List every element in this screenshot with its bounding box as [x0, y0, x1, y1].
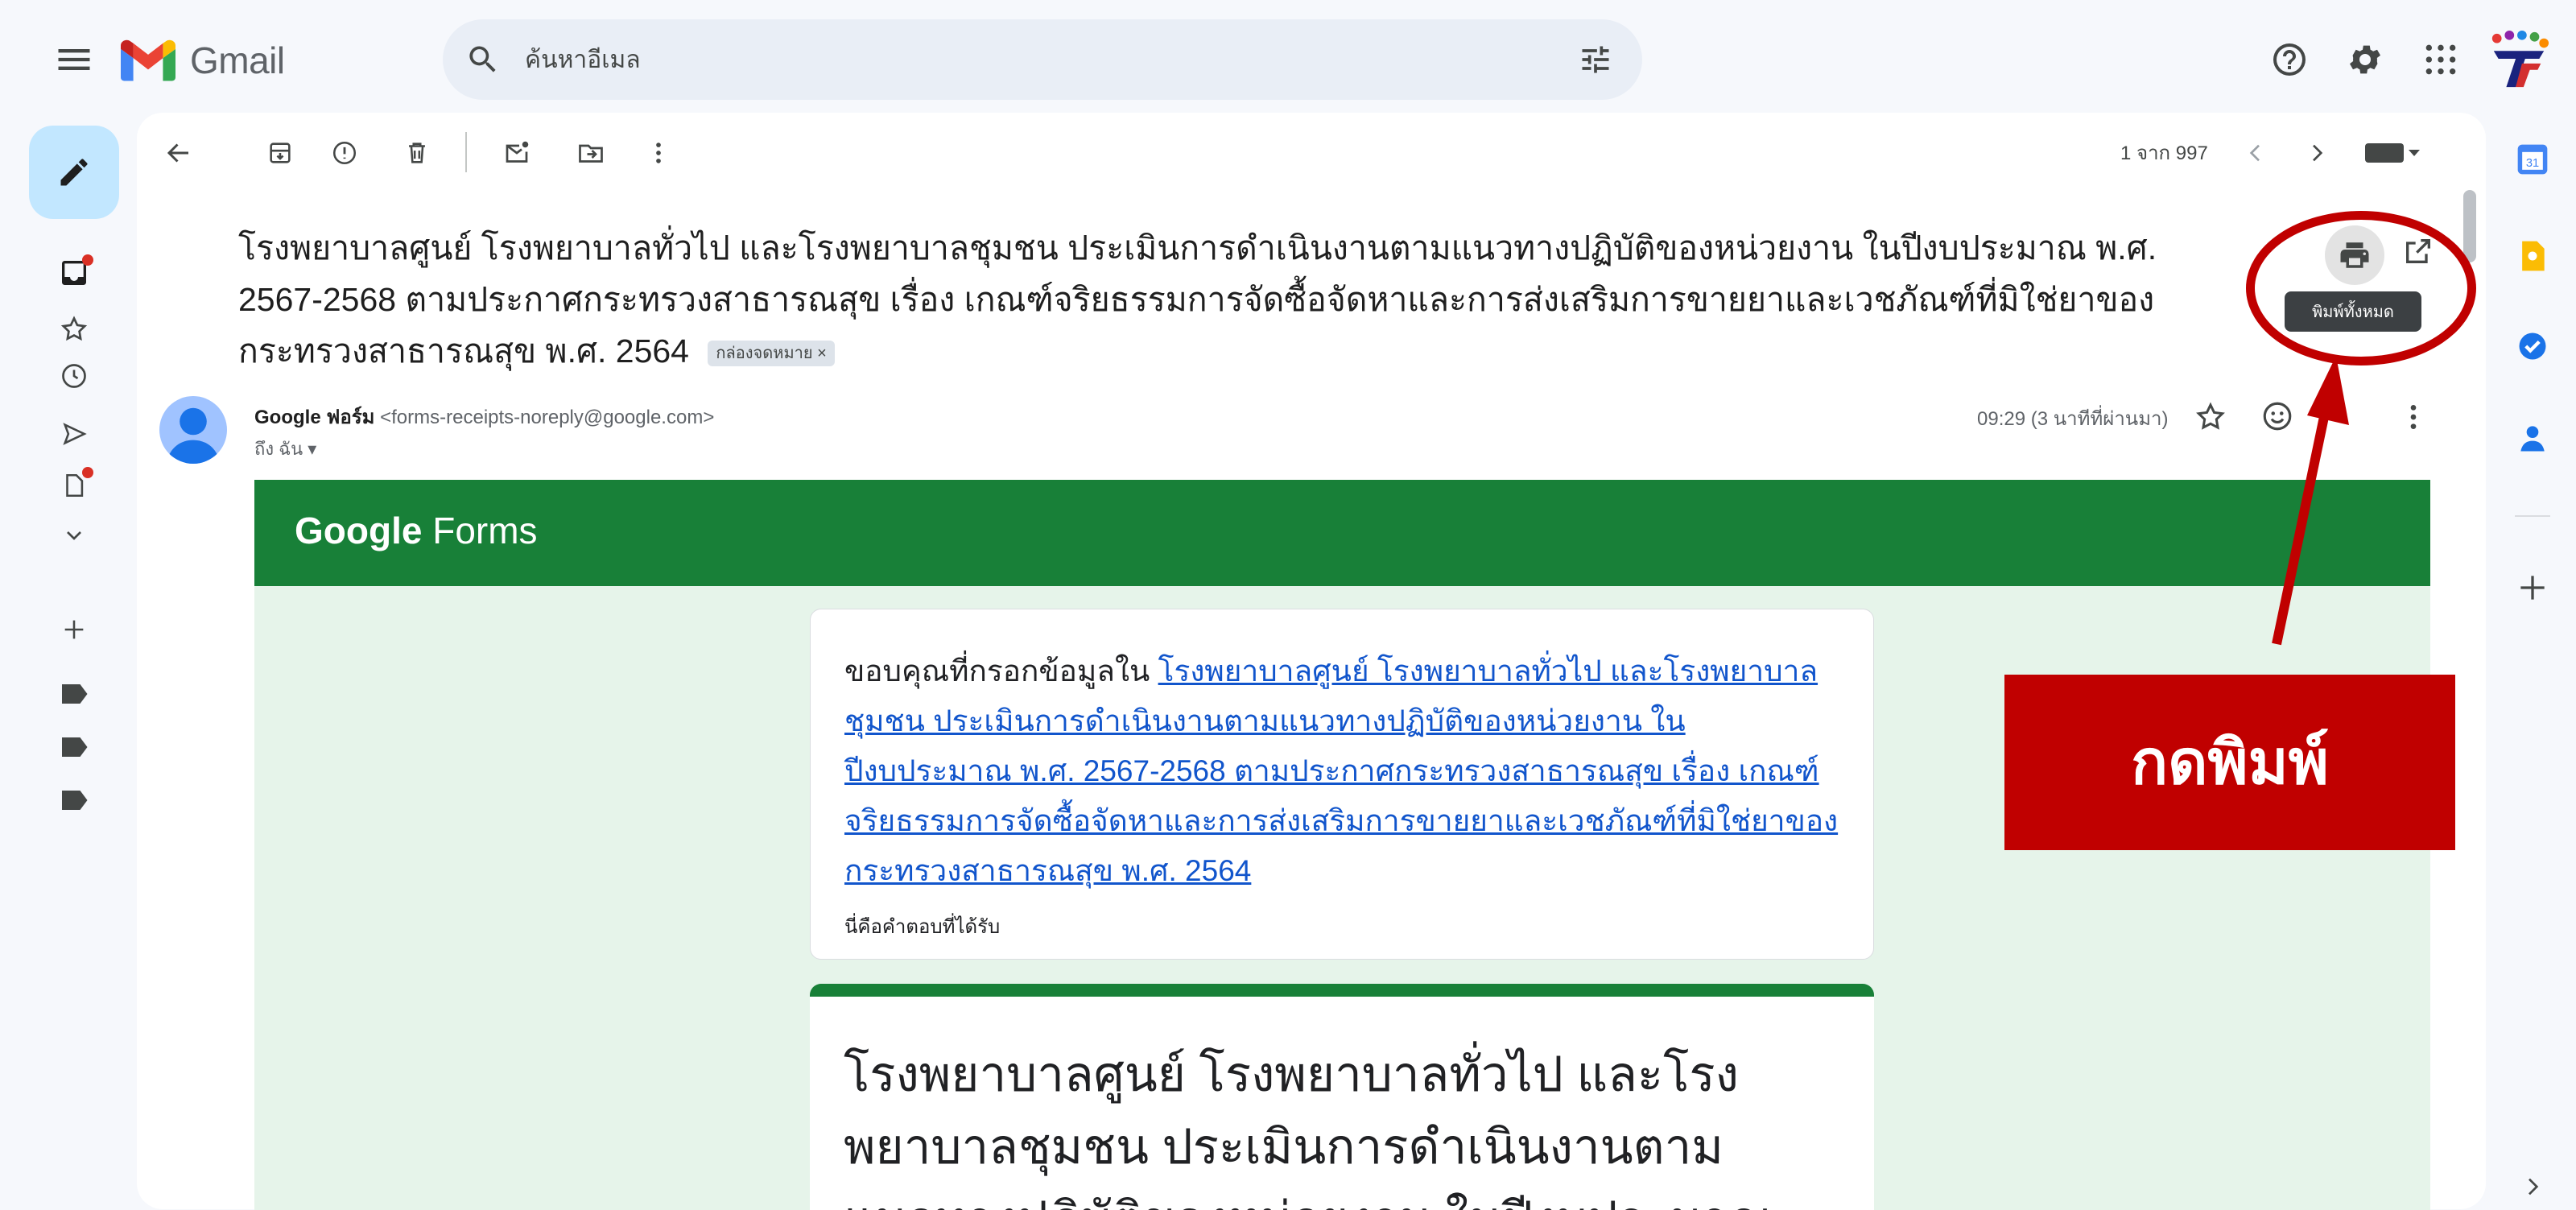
label-item[interactable]: [60, 683, 89, 705]
scrollbar-thumb[interactable]: [2463, 190, 2476, 262]
delete-icon: [409, 142, 425, 163]
receipt-card: ขอบคุณที่กรอกข้อมูลใน โรงพยาบาลศูนย์ โรง…: [810, 609, 1874, 960]
rail-inbox[interactable]: [53, 254, 95, 291]
input-tools-button[interactable]: [2363, 135, 2421, 171]
label-icon: [62, 791, 88, 810]
recipient-dropdown[interactable]: ถึง ฉัน ▾: [254, 435, 316, 463]
calendar-app[interactable]: 31: [2515, 142, 2550, 177]
keep-app[interactable]: [2515, 238, 2550, 274]
label-icon: [62, 737, 88, 757]
sender-avatar[interactable]: [159, 396, 227, 464]
annotation-label: กดพิมพ์: [2004, 675, 2455, 850]
google-forms-logo: Google Forms: [295, 510, 538, 551]
plus-icon: [64, 620, 84, 639]
annotation-circle: [2246, 211, 2476, 365]
search-bar[interactable]: ค้นหาอีเมล: [443, 19, 1642, 100]
compose-button[interactable]: [29, 126, 119, 219]
chevron-right-icon: [2529, 1178, 2539, 1196]
toolbar-divider: [465, 132, 467, 172]
back-button[interactable]: [161, 135, 196, 171]
side-panel-divider: [2515, 515, 2550, 517]
archive-icon: [270, 142, 291, 163]
account-avatar[interactable]: [2487, 29, 2550, 92]
plus-icon: [2520, 576, 2545, 600]
send-icon: [63, 423, 87, 445]
annotation-arrow-icon: [2272, 356, 2349, 646]
pagination-count: 1 จาก 997: [2120, 142, 2208, 164]
gmail-logo-icon: [121, 39, 175, 81]
label-item[interactable]: [60, 736, 89, 758]
calendar-icon: 31: [2517, 144, 2548, 175]
search-icon[interactable]: [465, 42, 501, 77]
report-icon: [332, 141, 357, 165]
form-title-card: โรงพยาบาลศูนย์ โรงพยาบาลทั่วไป และโรงพยา…: [810, 984, 1874, 1210]
keep-icon: [2522, 241, 2545, 271]
report-spam-button[interactable]: [327, 135, 362, 171]
pencil-icon: [60, 159, 88, 186]
create-label-button[interactable]: [55, 610, 93, 649]
received-note: นี่คือคำตอบที่ได้รับ: [844, 916, 1001, 938]
contacts-app[interactable]: [2515, 420, 2550, 456]
archive-button[interactable]: [262, 135, 298, 171]
move-icon: [579, 144, 603, 163]
newer-button[interactable]: [2238, 135, 2273, 171]
older-button[interactable]: [2299, 135, 2334, 171]
search-input[interactable]: ค้นหาอีเมล: [525, 41, 641, 79]
more-vert-icon: [656, 142, 661, 163]
more-actions-button[interactable]: [641, 135, 676, 171]
svg-text:31: 31: [2526, 157, 2539, 170]
thanks-prefix: ขอบคุณที่กรอกข้อมูลใน: [844, 655, 1158, 688]
unread-dot: [82, 254, 93, 266]
rail-snoozed[interactable]: [53, 357, 95, 394]
subject-text: โรงพยาบาลศูนย์ โรงพยาบาลทั่วไป และโรงพยา…: [238, 229, 2157, 370]
rail-sent[interactable]: [53, 415, 95, 452]
chevron-right-icon: [2313, 144, 2323, 162]
sender-line: Google ฟอร์ม <forms-receipts-noreply@goo…: [254, 401, 714, 432]
move-to-button[interactable]: [573, 135, 609, 171]
delete-button[interactable]: [399, 135, 435, 171]
tasks-icon: [2519, 332, 2546, 360]
label-item[interactable]: [60, 789, 89, 811]
rail-more[interactable]: [53, 517, 95, 554]
gmail-logo[interactable]: Gmail: [121, 32, 285, 89]
tune-icon[interactable]: [1578, 42, 1613, 77]
unread-dot: [82, 467, 93, 478]
chevron-left-icon: [2249, 144, 2260, 162]
clock-icon: [62, 364, 86, 388]
chevron-down-icon: [67, 531, 81, 540]
more-vert-icon: [2410, 405, 2417, 429]
keyboard-icon: [2365, 143, 2420, 163]
help-icon[interactable]: [2270, 40, 2309, 79]
contacts-icon: [2520, 426, 2545, 452]
menu-icon: [58, 49, 90, 70]
sender-email: <forms-receipts-noreply@google.com>: [380, 407, 715, 428]
forms-banner: [254, 480, 2430, 586]
main-menu-button[interactable]: [50, 39, 98, 81]
get-addons-button[interactable]: [2515, 570, 2550, 605]
rail-starred[interactable]: [53, 311, 95, 348]
mark-unread-icon: [506, 141, 529, 163]
show-side-panel-button[interactable]: [2520, 1174, 2545, 1200]
gear-icon[interactable]: [2346, 40, 2384, 79]
star-icon: [2196, 402, 2225, 430]
inbox-label-chip[interactable]: กล่องจดหมาย ×: [708, 341, 835, 367]
label-icon: [62, 684, 88, 704]
sender-name[interactable]: Google ฟอร์ม: [254, 407, 374, 428]
rail-drafts[interactable]: [53, 467, 95, 504]
back-arrow-icon: [167, 143, 188, 163]
tasks-app[interactable]: [2515, 328, 2550, 364]
message-more-button[interactable]: [2397, 401, 2429, 433]
email-subject: โรงพยาบาลศูนย์ โรงพยาบาลทั่วไป และโรงพยา…: [238, 222, 2227, 377]
form-title: โรงพยาบาลศูนย์ โรงพยาบาลทั่วไป และโรงพยา…: [844, 1047, 1773, 1210]
apps-grid-icon[interactable]: [2423, 42, 2458, 77]
form-link[interactable]: โรงพยาบาลศูนย์ โรงพยาบาลทั่วไป และโรงพยา…: [844, 655, 1838, 887]
star-button[interactable]: [2194, 401, 2227, 433]
message-time: 09:29 (3 นาทีที่ผ่านมา): [1977, 408, 2169, 430]
mark-unread-button[interactable]: [499, 135, 535, 171]
star-icon: [60, 316, 88, 341]
app-name: Gmail: [190, 39, 285, 81]
receipt-message: ขอบคุณที่กรอกข้อมูลใน โรงพยาบาลศูนย์ โรง…: [844, 646, 1839, 896]
